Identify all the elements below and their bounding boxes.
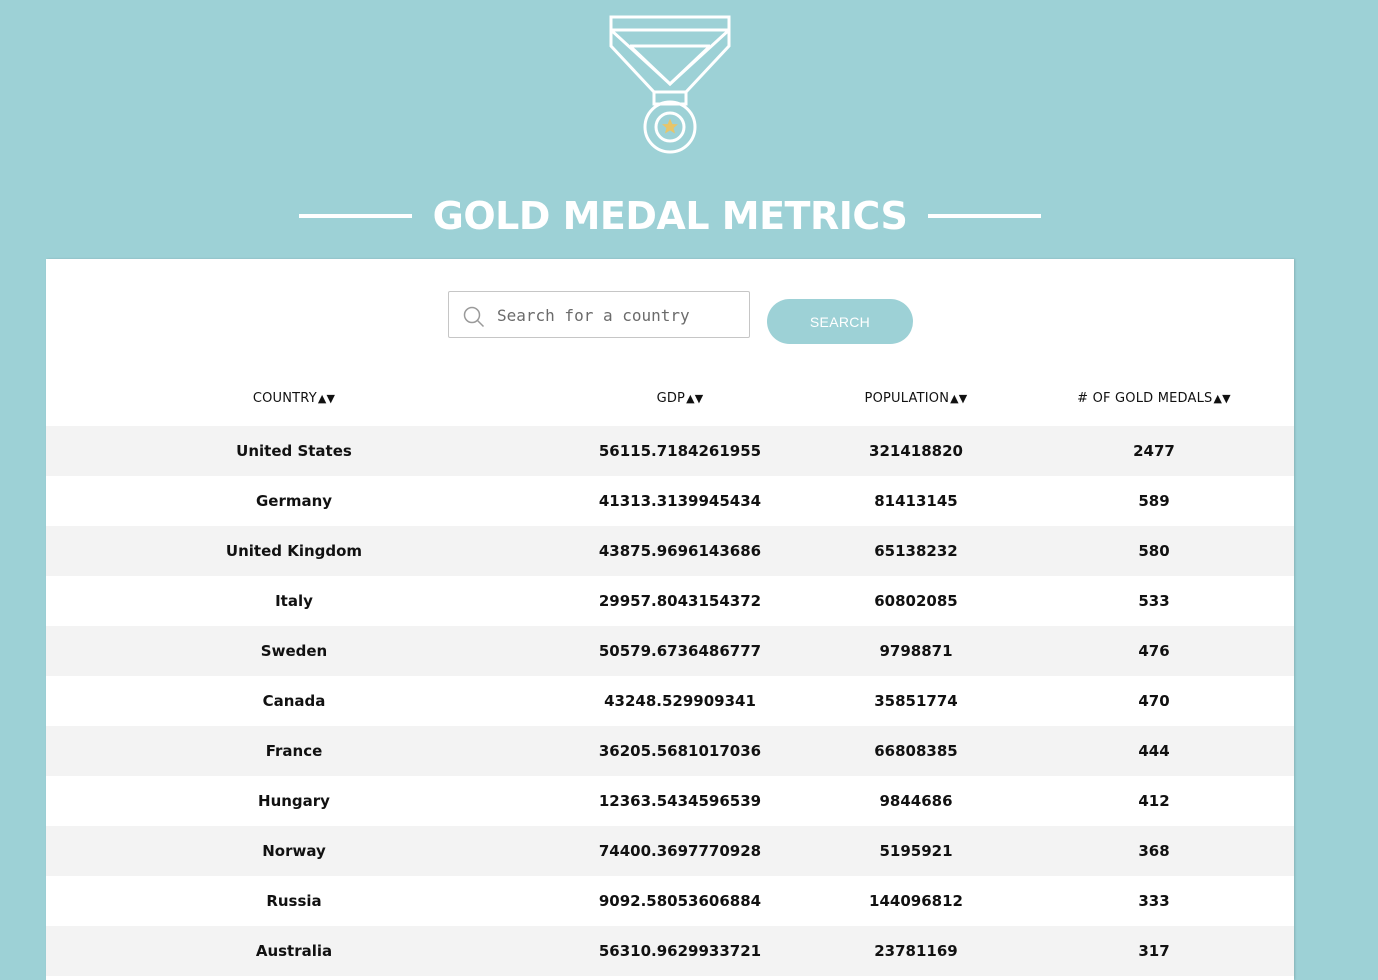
title-bar: GOLD MEDAL METRICS [0, 190, 1340, 242]
cell-population: 65138232 [818, 526, 1014, 576]
cell-gold-medals: 476 [1014, 626, 1294, 676]
column-header-country[interactable]: COUNTRY▲▼ [46, 371, 542, 426]
cell-population: 144096812 [818, 876, 1014, 926]
cell-gold-medals: 368 [1014, 826, 1294, 876]
metrics-table: COUNTRY▲▼ GDP▲▼ POPULATION▲▼ # OF GOLD M… [46, 371, 1294, 976]
table-row: Norway 74400.3697770928 5195921 368 [46, 826, 1294, 876]
cell-country: France [46, 726, 542, 776]
cell-gold-medals: 317 [1014, 926, 1294, 976]
title-rule-right [928, 214, 1042, 218]
cell-population: 9844686 [818, 776, 1014, 826]
table-row: United States 56115.7184261955 321418820… [46, 426, 1294, 476]
cell-country: Germany [46, 476, 542, 526]
cell-population: 321418820 [818, 426, 1014, 476]
metrics-card: SEARCH COUNTRY▲▼ GDP▲▼ POPULATION▲▼ # OF… [46, 259, 1294, 980]
search-input[interactable] [497, 300, 737, 330]
column-header-gold-medals[interactable]: # OF GOLD MEDALS▲▼ [1014, 371, 1294, 426]
cell-country: Italy [46, 576, 542, 626]
table-row: Sweden 50579.6736486777 9798871 476 [46, 626, 1294, 676]
cell-gold-medals: 2477 [1014, 426, 1294, 476]
cell-gdp: 43875.9696143686 [542, 526, 818, 576]
search-button[interactable]: SEARCH [767, 299, 913, 344]
column-header-label: POPULATION [864, 391, 950, 406]
table-row: Canada 43248.529909341 35851774 470 [46, 676, 1294, 726]
cell-gdp: 56115.7184261955 [542, 426, 818, 476]
search-icon [463, 306, 485, 328]
column-header-label: # OF GOLD MEDALS [1077, 391, 1213, 406]
cell-population: 81413145 [818, 476, 1014, 526]
cell-gdp: 12363.5434596539 [542, 776, 818, 826]
cell-population: 66808385 [818, 726, 1014, 776]
cell-gdp: 50579.6736486777 [542, 626, 818, 676]
table-row: Russia 9092.58053606884 144096812 333 [46, 876, 1294, 926]
cell-gdp: 56310.9629933721 [542, 926, 818, 976]
cell-gold-medals: 333 [1014, 876, 1294, 926]
sort-arrows-icon: ▲▼ [1213, 392, 1231, 405]
table-row: Germany 41313.3139945434 81413145 589 [46, 476, 1294, 526]
cell-gold-medals: 412 [1014, 776, 1294, 826]
sort-arrows-icon: ▲▼ [686, 392, 704, 405]
table-row: United Kingdom 43875.9696143686 65138232… [46, 526, 1294, 576]
cell-population: 23781169 [818, 926, 1014, 976]
cell-gold-medals: 533 [1014, 576, 1294, 626]
cell-population: 35851774 [818, 676, 1014, 726]
sort-arrows-icon: ▲▼ [317, 392, 336, 405]
cell-gdp: 74400.3697770928 [542, 826, 818, 876]
cell-gold-medals: 470 [1014, 676, 1294, 726]
cell-country: Norway [46, 826, 542, 876]
table-row: Italy 29957.8043154372 60802085 533 [46, 576, 1294, 626]
cell-gdp: 9092.58053606884 [542, 876, 818, 926]
cell-gold-medals: 580 [1014, 526, 1294, 576]
column-header-label: GDP [656, 391, 686, 406]
cell-population: 9798871 [818, 626, 1014, 676]
column-header-gdp[interactable]: GDP▲▼ [542, 371, 818, 426]
cell-country: Canada [46, 676, 542, 726]
table-row: Australia 56310.9629933721 23781169 317 [46, 926, 1294, 976]
column-header-population[interactable]: POPULATION▲▼ [818, 371, 1014, 426]
table-row: Hungary 12363.5434596539 9844686 412 [46, 776, 1294, 826]
gold-medal-icon [609, 15, 731, 154]
sort-arrows-icon: ▲▼ [950, 392, 968, 405]
cell-country: United States [46, 426, 542, 476]
title-rule-left [298, 214, 412, 218]
cell-country: Australia [46, 926, 542, 976]
column-header-label: COUNTRY [252, 391, 317, 406]
cell-country: Russia [46, 876, 542, 926]
cell-country: United Kingdom [46, 526, 542, 576]
cell-gdp: 41313.3139945434 [542, 476, 818, 526]
cell-gdp: 36205.5681017036 [542, 726, 818, 776]
cell-population: 5195921 [818, 826, 1014, 876]
cell-gold-medals: 444 [1014, 726, 1294, 776]
page: GOLD MEDAL METRICS SEARCH COUNTRY▲▼ GDP▲… [0, 0, 1378, 980]
cell-population: 60802085 [818, 576, 1014, 626]
cell-gold-medals: 589 [1014, 476, 1294, 526]
table-row: France 36205.5681017036 66808385 444 [46, 726, 1294, 776]
cell-gdp: 29957.8043154372 [542, 576, 818, 626]
search-box[interactable] [448, 291, 750, 338]
cell-gdp: 43248.529909341 [542, 676, 818, 726]
cell-country: Hungary [46, 776, 542, 826]
page-title: GOLD MEDAL METRICS [432, 194, 908, 238]
cell-country: Sweden [46, 626, 542, 676]
table-header-row: COUNTRY▲▼ GDP▲▼ POPULATION▲▼ # OF GOLD M… [46, 371, 1294, 426]
